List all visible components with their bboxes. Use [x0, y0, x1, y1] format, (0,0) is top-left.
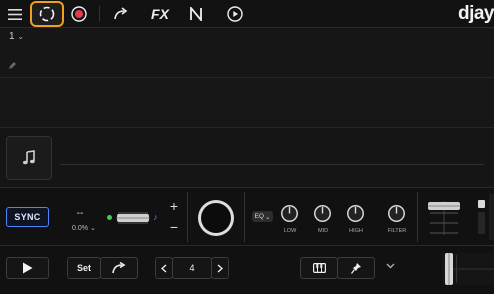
loop-length-value: 4: [189, 263, 195, 273]
filter-knob[interactable]: [387, 204, 406, 223]
deck-selector[interactable]: 1 ⌄: [9, 31, 24, 42]
mid-knob-label: MID: [317, 228, 329, 234]
low-knob-label: LOW: [283, 228, 297, 234]
cue-redo-button[interactable]: [100, 257, 138, 279]
keyboard-icon: [312, 263, 326, 273]
mixer-divider: [187, 192, 188, 242]
chevron-left-icon: [161, 263, 167, 273]
pin-icon: [350, 262, 362, 274]
track-area: [0, 128, 494, 188]
pitch-value: 0.0%: [72, 224, 88, 232]
volume-fader[interactable]: [426, 199, 462, 237]
menu-icon[interactable]: [5, 5, 25, 23]
jog-wheel[interactable]: [197, 199, 235, 237]
transport-bar: Set 4: [0, 246, 494, 294]
bpm-display: --: [76, 208, 84, 219]
fx-icon[interactable]: FX: [146, 3, 174, 25]
record-icon[interactable]: [68, 4, 90, 24]
mixer-strip: SYNC -- 0.0% ⌄ ♪ + − EQ ⌄ LOW MID HIGH F…: [0, 188, 494, 246]
pitch-plus-button[interactable]: +: [167, 198, 181, 214]
filter-knob-label: FILTER: [387, 228, 407, 234]
pads-button[interactable]: [300, 257, 338, 279]
play-button[interactable]: [6, 257, 49, 279]
chevron-down-icon: ⌄: [264, 213, 271, 221]
mixer-divider: [417, 192, 418, 242]
pencil-icon[interactable]: [8, 61, 17, 70]
top-toolbar: FX djay: [0, 0, 494, 28]
music-note-icon: [22, 150, 36, 166]
key-lock-icon[interactable]: ♪: [153, 212, 158, 222]
cue-set-button[interactable]: Set: [67, 257, 101, 279]
app-logo: djay: [457, 3, 494, 24]
chevron-down-icon[interactable]: [386, 263, 395, 269]
play-circle-icon[interactable]: [224, 4, 246, 24]
sync-button[interactable]: SYNC: [6, 207, 49, 227]
level-meter-segment: [478, 200, 485, 208]
pitch-fader[interactable]: [114, 210, 152, 226]
eq-label: EQ: [254, 213, 264, 220]
loop-increase-button[interactable]: [211, 257, 229, 279]
chevron-down-icon: ⌄: [17, 32, 25, 41]
automix-icon[interactable]: [30, 1, 64, 27]
chevron-down-icon: ⌄: [89, 225, 96, 232]
track-progress-line: [60, 164, 484, 165]
deck-number: 1: [9, 31, 15, 42]
chevron-right-icon: [217, 263, 223, 273]
set-label: Set: [76, 263, 91, 273]
redo-icon[interactable]: [110, 4, 132, 24]
sync-indicator: [107, 215, 112, 220]
high-knob-label: HIGH: [349, 228, 363, 234]
eq-mode-selector[interactable]: EQ ⌄: [252, 211, 273, 222]
high-knob[interactable]: [346, 204, 365, 223]
deck-header: 1 ⌄: [0, 28, 494, 78]
loop-length-display[interactable]: 4: [172, 257, 212, 279]
loop-decrease-button[interactable]: [155, 257, 173, 279]
mid-knob[interactable]: [313, 204, 332, 223]
mixer-divider: [244, 192, 245, 242]
crossfader-edge: [489, 194, 494, 240]
low-knob[interactable]: [280, 204, 299, 223]
level-meter: [478, 212, 485, 234]
neural-mix-icon[interactable]: [185, 4, 207, 24]
crossfader[interactable]: [442, 250, 494, 288]
pitch-minus-button[interactable]: −: [167, 219, 181, 235]
instant-fx-button[interactable]: [337, 257, 375, 279]
track-artwork[interactable]: [6, 136, 52, 180]
toolbar-divider: [99, 6, 100, 22]
waveform-area[interactable]: [0, 78, 494, 128]
pitch-range-selector[interactable]: 0.0% ⌄: [72, 224, 96, 233]
